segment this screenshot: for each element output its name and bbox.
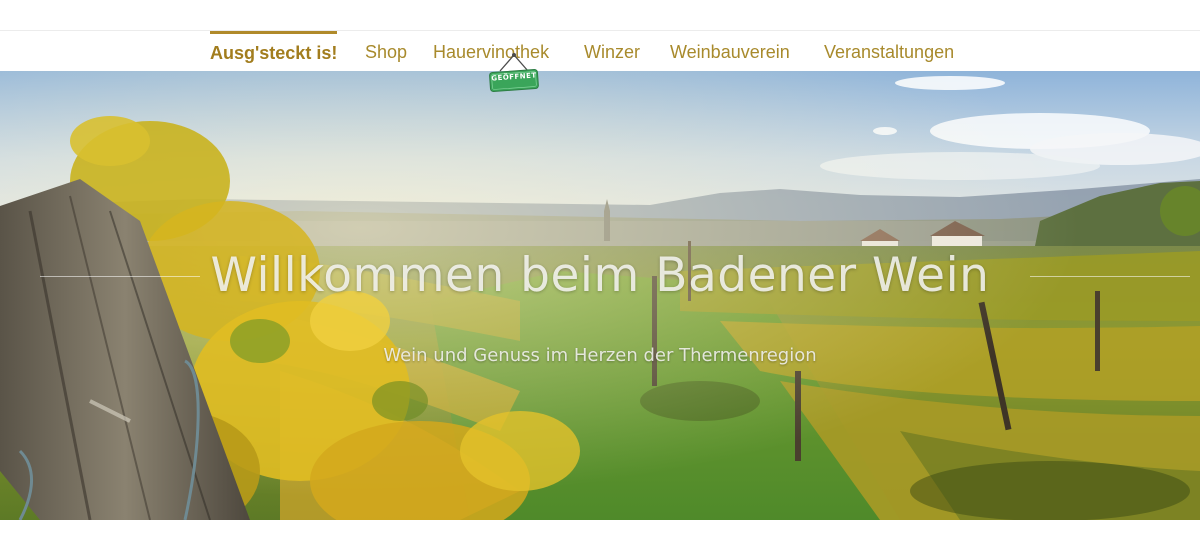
open-status-badge: GEÖFFNET: [486, 51, 542, 99]
nav-item-winzer[interactable]: Winzer: [584, 31, 640, 71]
top-bar: [0, 0, 1200, 31]
hero-subtitle: Wein und Genuss im Herzen der Thermenreg…: [383, 345, 817, 366]
hero-banner: Willkommen beim Badener Wein Wein und Ge…: [0, 71, 1200, 520]
nav-item-weinbauverein[interactable]: Weinbauverein: [670, 31, 790, 71]
nav-item-veranstaltungen[interactable]: Veranstaltungen: [824, 31, 954, 71]
page-bottom-area: [0, 520, 1200, 560]
nav-item-ausgsteckt[interactable]: Ausg'steckt is!: [210, 31, 338, 71]
main-navigation: Ausg'steckt is! Shop Hauervinothek Winze…: [0, 31, 1200, 71]
hero-title: Willkommen beim Badener Wein: [210, 248, 990, 303]
nav-item-shop[interactable]: Shop: [365, 31, 407, 71]
